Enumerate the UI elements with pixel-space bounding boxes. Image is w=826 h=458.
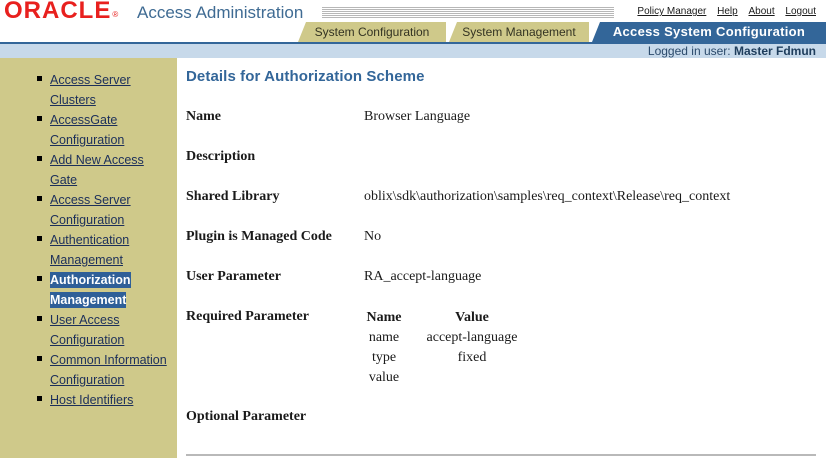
param-name-cell: type: [371, 350, 397, 365]
sidebar-item-authorization-management[interactable]: Authorization Management: [0, 270, 177, 310]
policy-manager-link[interactable]: Policy Manager: [637, 6, 706, 17]
sidebar-item-common-information-configuration[interactable]: Common Information Configuration: [0, 350, 177, 390]
logout-link[interactable]: Logout: [785, 6, 816, 17]
section-divider: [186, 454, 816, 456]
sidebar-item-label[interactable]: Management: [50, 292, 127, 308]
sidebar-item-label[interactable]: Configuration: [50, 133, 124, 147]
sidebar-item-label[interactable]: User Access: [50, 313, 119, 327]
tab-access-system-configuration[interactable]: Access System Configuration: [592, 22, 826, 42]
sidebar-item-label[interactable]: Gate: [50, 173, 77, 187]
sidebar-item-user-access-configuration[interactable]: User Access Configuration: [0, 310, 177, 350]
bullet-icon: [37, 276, 42, 281]
tab-bar: System Configuration System Management A…: [0, 22, 826, 42]
sidebar-item-add-new-access-gate[interactable]: Add New Access Gate: [0, 150, 177, 190]
logged-in-label: Logged in user:: [647, 44, 731, 58]
user-parameter-label: User Parameter: [186, 269, 281, 284]
required-parameter-label: Required Parameter: [186, 309, 309, 324]
managed-code-label: Plugin is Managed Code: [186, 229, 332, 244]
user-parameter-value: RA_accept-language: [364, 269, 482, 284]
sidebar-item-host-identifiers[interactable]: Host Identifiers: [0, 390, 177, 410]
sidebar-item-accessgate-configuration[interactable]: AccessGate Configuration: [0, 110, 177, 150]
sidebar-item-label[interactable]: Configuration: [50, 333, 124, 347]
optional-parameter-label: Optional Parameter: [186, 409, 307, 424]
tab-system-management[interactable]: System Management: [449, 22, 589, 42]
column-header-name: Name: [366, 310, 402, 325]
name-value: Browser Language: [364, 109, 471, 124]
logged-in-bar: Logged in user: Master Fdmun: [0, 44, 826, 58]
param-name-cell: name: [368, 330, 400, 345]
sidebar-item-access-server-clusters[interactable]: Access Server Clusters: [0, 70, 177, 110]
bullet-icon: [37, 196, 42, 201]
sidebar-item-label[interactable]: Host Identifiers: [50, 393, 133, 407]
sidebar-item-label[interactable]: AccessGate: [50, 113, 117, 127]
bullet-icon: [37, 156, 42, 161]
bullet-icon: [37, 316, 42, 321]
sidebar-item-label[interactable]: Add New Access: [50, 153, 144, 167]
table-row: value: [364, 368, 525, 388]
sidebar-item-label[interactable]: Clusters: [50, 93, 96, 107]
param-value-cell: [404, 368, 525, 388]
param-value-cell: fixed: [457, 350, 487, 365]
table-row: name accept-language: [364, 328, 525, 348]
table-row: type fixed: [364, 348, 525, 368]
shared-library-label: Shared Library: [186, 189, 280, 204]
global-links: Policy Manager Help About Logout: [629, 6, 816, 17]
sidebar: Access Server Clusters AccessGate Config…: [0, 58, 177, 458]
header: ORACLE® Access Administration Policy Man…: [0, 0, 826, 58]
sidebar-item-access-server-configuration[interactable]: Access Server Configuration: [0, 190, 177, 230]
sidebar-item-label[interactable]: Configuration: [50, 373, 124, 387]
sidebar-item-label[interactable]: Configuration: [50, 213, 124, 227]
bullet-icon: [37, 116, 42, 121]
param-name-cell: value: [368, 370, 400, 385]
param-value-cell: accept-language: [426, 330, 518, 345]
tab-system-configuration[interactable]: System Configuration: [298, 22, 446, 42]
header-stripes: [322, 7, 614, 19]
sidebar-item-label[interactable]: Common Information: [50, 353, 167, 367]
main-content: Details for Authorization Scheme Name Br…: [177, 58, 826, 458]
managed-code-value: No: [364, 229, 382, 244]
name-label: Name: [186, 109, 221, 124]
table-header-row: Name Value: [364, 310, 525, 328]
sidebar-item-label[interactable]: Access Server: [50, 73, 131, 87]
sidebar-item-label[interactable]: Access Server: [50, 193, 131, 207]
bullet-icon: [37, 236, 42, 241]
sidebar-item-label[interactable]: Authorization: [50, 272, 131, 288]
required-parameter-table: Name Value name accept-language type fix…: [364, 310, 525, 388]
page-title: Details for Authorization Scheme: [186, 68, 425, 85]
help-link[interactable]: Help: [717, 6, 738, 17]
app-title: Access Administration: [137, 3, 304, 22]
column-header-value: Value: [455, 310, 489, 325]
about-link[interactable]: About: [748, 6, 774, 17]
bullet-icon: [37, 396, 42, 401]
bullet-icon: [37, 76, 42, 81]
oracle-logo: ORACLE®: [4, 0, 120, 24]
sidebar-item-authentication-management[interactable]: Authentication Management: [0, 230, 177, 270]
sidebar-item-label[interactable]: Management: [50, 253, 123, 267]
sidebar-item-label[interactable]: Authentication: [50, 233, 129, 247]
bullet-icon: [37, 356, 42, 361]
shared-library-value: oblix\sdk\authorization\samples\req_cont…: [364, 189, 731, 204]
logged-in-user: Master Fdmun: [733, 44, 816, 58]
description-label: Description: [186, 149, 256, 164]
